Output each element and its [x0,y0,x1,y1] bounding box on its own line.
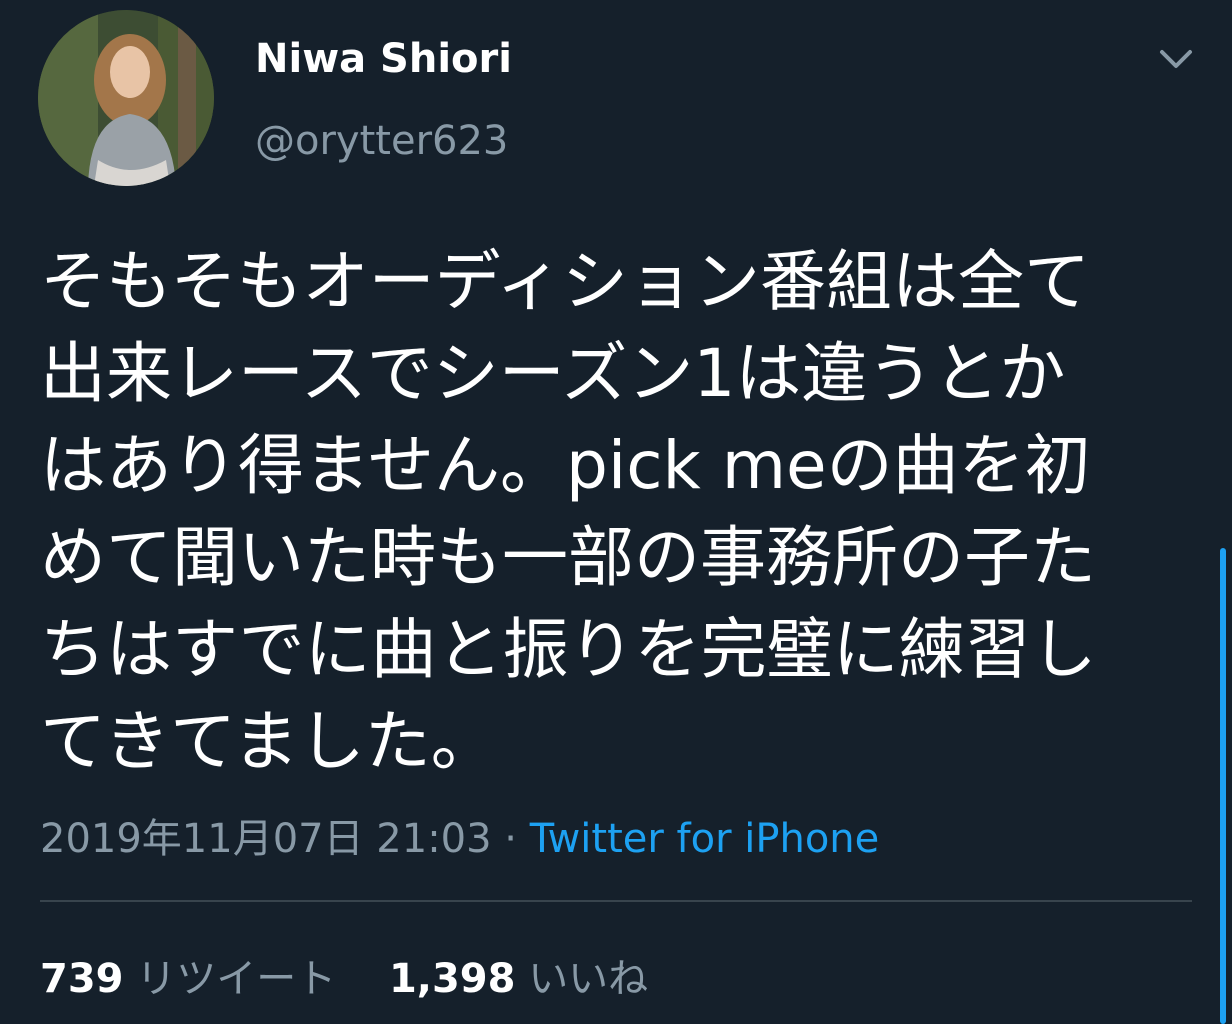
tweet-timestamp[interactable]: 2019年11月07日 21:03 [40,816,492,862]
more-options-button[interactable] [1152,40,1200,80]
tweet-text-line: そもそもオーディション番組は全て [40,243,1091,320]
scrollbar[interactable] [1220,548,1226,1024]
retweets-label: リツイート [136,956,337,1002]
tweet-text: そもそもオーディション番組は全て 出来レースでシーズン1は違うとか はあり得ませ… [40,236,1200,788]
retweets-count: 739 [40,956,124,1002]
likes-stat[interactable]: 1,398 いいね [389,946,648,1004]
tweet-stats: 739 リツイート 1,398 いいね [40,946,688,1004]
tweet-source-link[interactable]: Twitter for iPhone [530,816,880,862]
meta-separator: · [491,816,530,862]
likes-count: 1,398 [388,956,516,1002]
tweet-text-line: 出来レースでシーズン1は違うとか [40,335,1066,412]
tweet-text-line: はあり得ません。pick meの曲を初 [40,427,1091,504]
retweets-stat[interactable]: 739 リツイート [40,946,336,1004]
user-handle[interactable]: @orytter623 [255,118,508,164]
avatar[interactable] [38,10,214,186]
tweet-text-line: めて聞いた時も一部の事務所の子た [40,519,1096,596]
divider [40,900,1192,902]
display-name[interactable]: Niwa Shiori [255,36,512,82]
likes-label: いいね [528,956,649,1002]
tweet-text-line: てきてました。 [40,703,497,780]
tweet-meta: 2019年11月07日 21:03 · Twitter for iPhone [40,806,879,864]
chevron-down-icon [1160,50,1192,68]
tweet-text-line: ちはすでに曲と振りを完璧に練習し [40,611,1097,688]
tweet-detail: Niwa Shiori @orytter623 そもそもオーディション番組は全て… [0,0,1232,1024]
profile-photo-icon [38,10,214,186]
